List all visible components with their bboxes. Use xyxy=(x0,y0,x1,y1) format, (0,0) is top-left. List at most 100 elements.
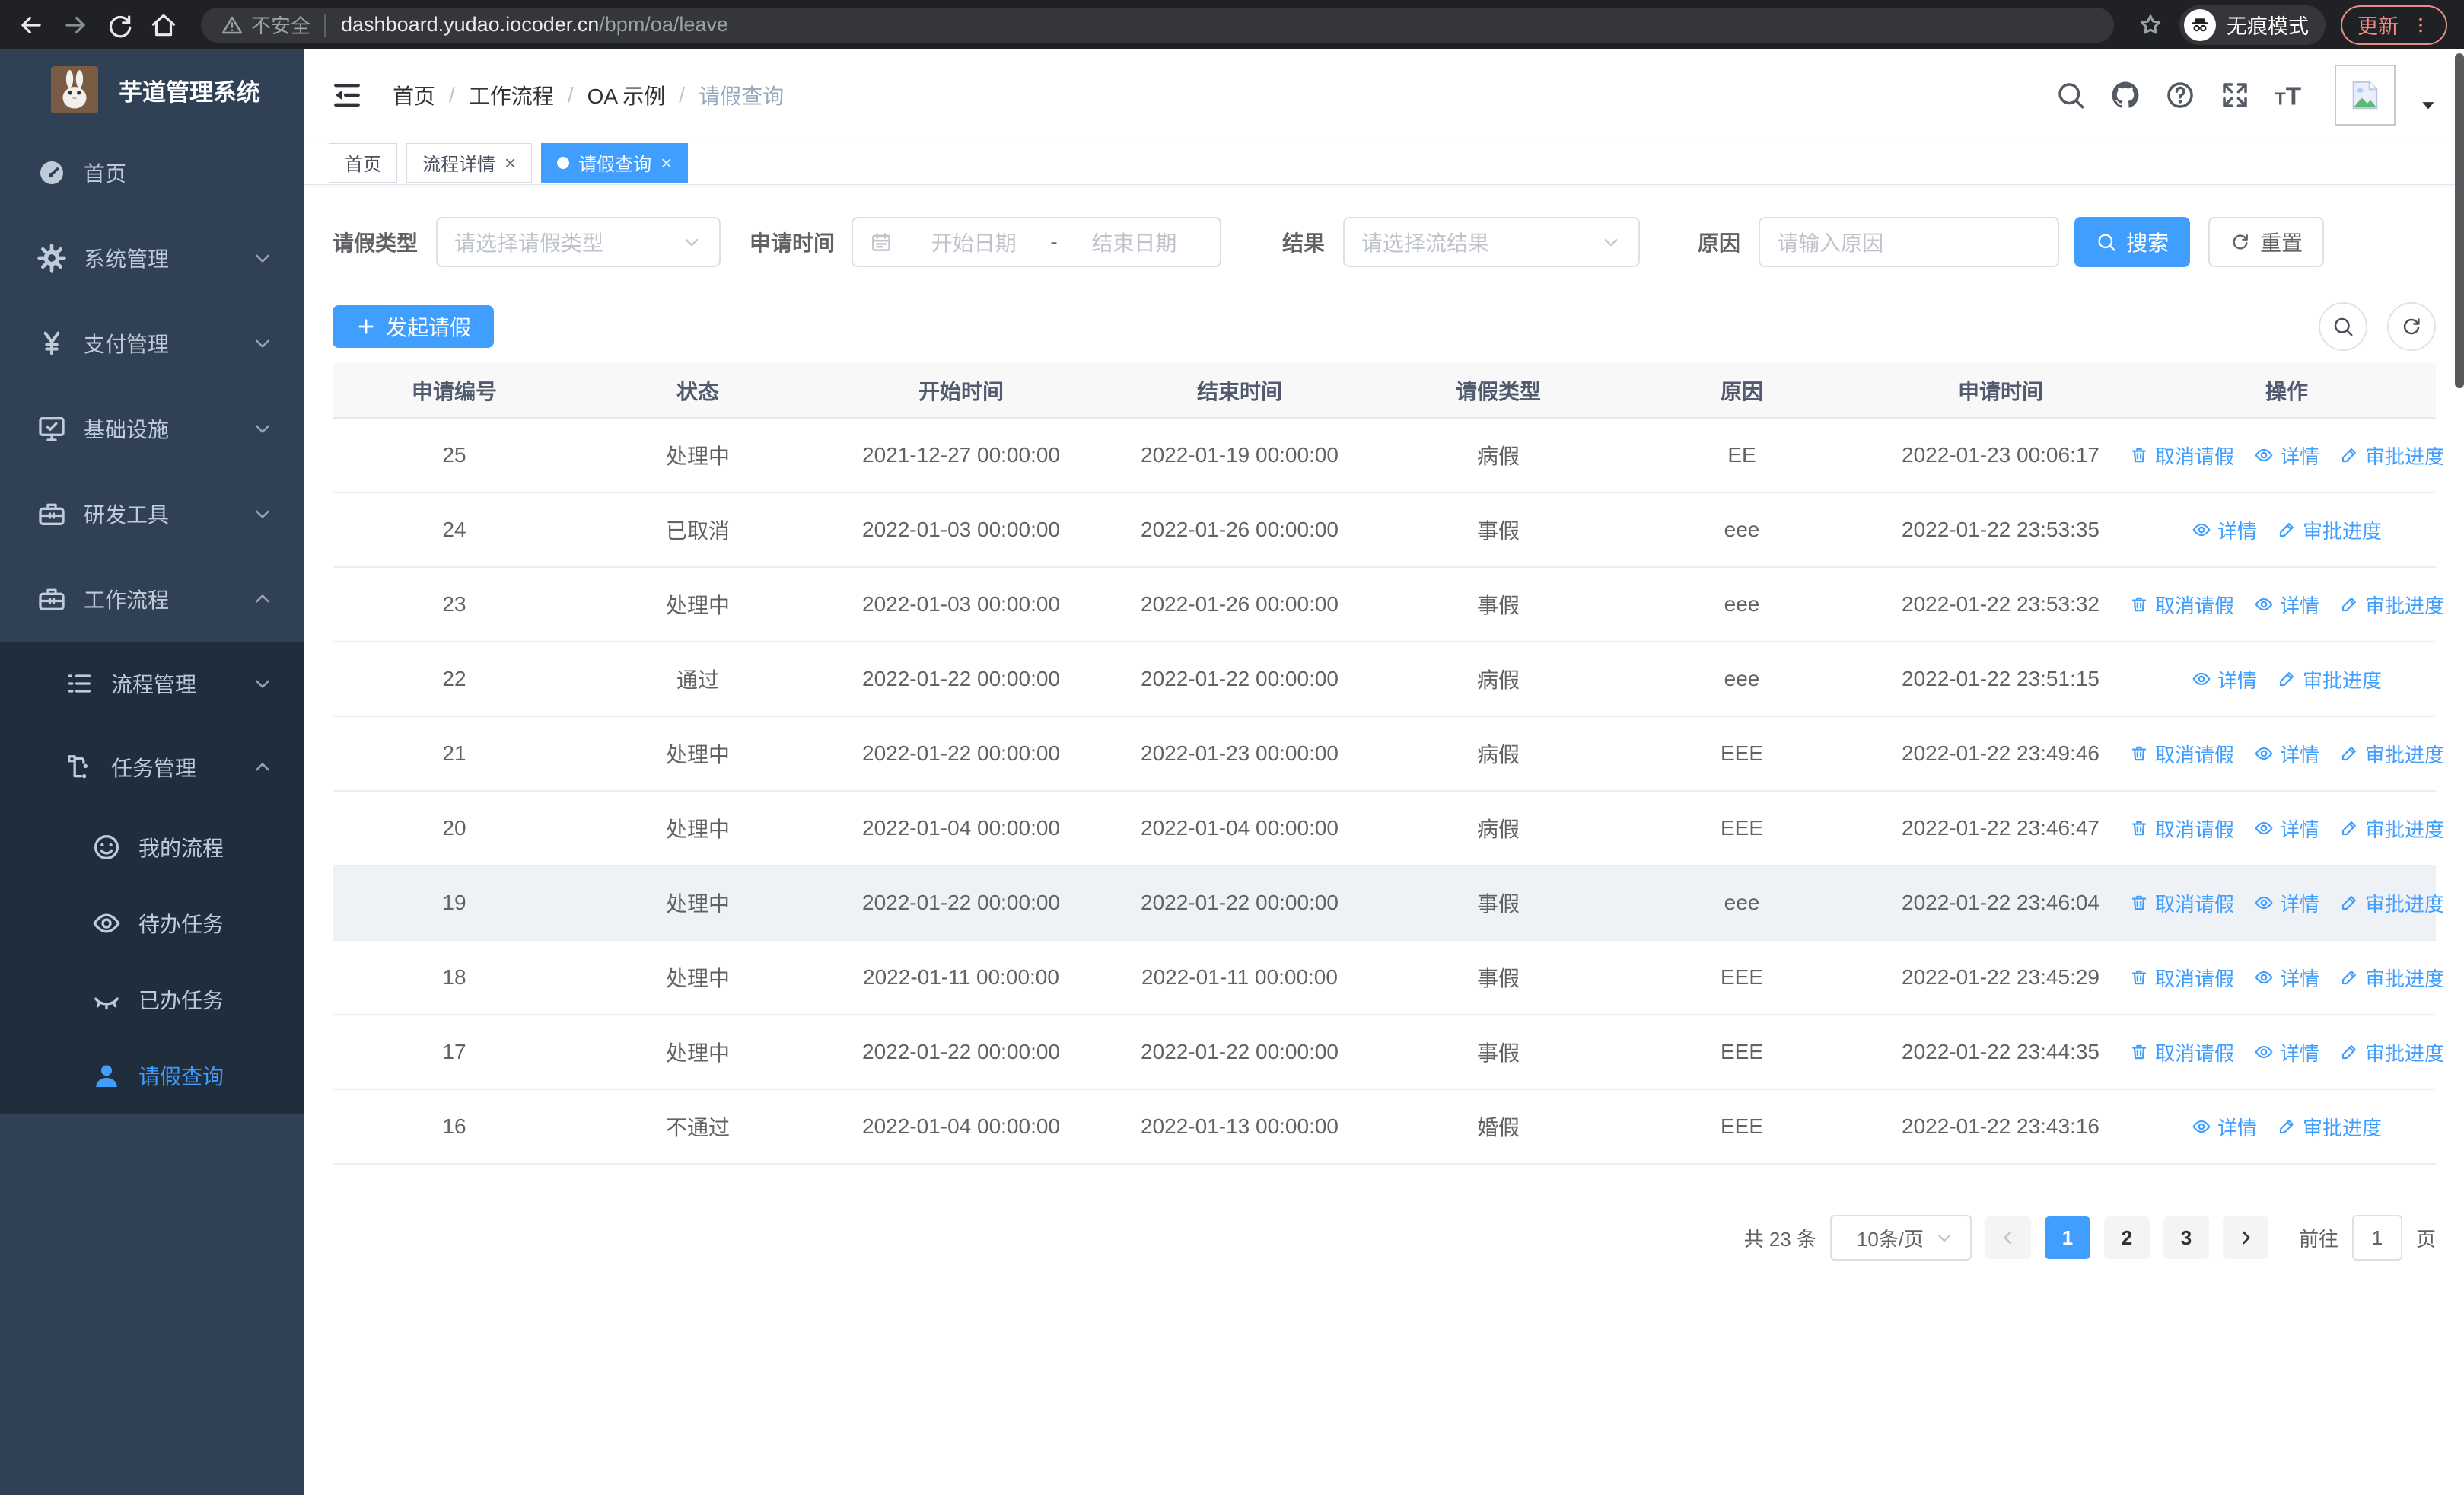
detail-action-link[interactable]: 详情 xyxy=(2254,889,2319,917)
detail-action-link[interactable]: 详情 xyxy=(2254,814,2319,843)
home-icon[interactable] xyxy=(149,11,178,40)
eye-icon xyxy=(2254,967,2274,987)
search-icon xyxy=(2096,231,2117,253)
search-icon[interactable] xyxy=(2055,79,2087,111)
cell-actions: 取消请假 详情 审批进度 xyxy=(2131,1015,2444,1090)
page-size-select[interactable]: 10条/页 xyxy=(1829,1215,1972,1261)
sidebar-item[interactable]: 支付管理 xyxy=(0,301,304,386)
breadcrumb-item[interactable]: OA 示例 xyxy=(587,80,666,110)
sidebar-item[interactable]: 任务管理 xyxy=(0,725,304,809)
kebab-menu-icon[interactable] xyxy=(2411,15,2431,35)
cancel-action-link[interactable]: 取消请假 xyxy=(2129,591,2234,619)
next-page-button[interactable] xyxy=(2222,1216,2268,1259)
progress-action-link[interactable]: 审批进度 xyxy=(2339,889,2444,917)
progress-action-link[interactable]: 审批进度 xyxy=(2339,814,2444,843)
progress-action-link[interactable]: 审批进度 xyxy=(2277,1113,2382,1141)
progress-action-link[interactable]: 审批进度 xyxy=(2339,591,2444,619)
app-header: 首页 / 工作流程 / OA 示例 / 请假查询 TT xyxy=(304,49,2464,141)
col-start-time: 开始时间 xyxy=(820,363,1103,419)
avatar-caret-icon[interactable] xyxy=(2418,96,2438,116)
prev-page-button[interactable] xyxy=(1985,1216,2031,1259)
breadcrumb-item[interactable]: 工作流程 xyxy=(469,80,554,110)
search-button[interactable]: 搜索 xyxy=(2074,217,2191,267)
cell-status: 已取消 xyxy=(576,492,820,568)
reload-icon[interactable] xyxy=(105,11,134,40)
tab-process-detail[interactable]: 流程详情 × xyxy=(406,142,533,183)
scrollbar-thumb[interactable] xyxy=(2455,53,2464,388)
tab-leave-query[interactable]: 请假查询 × xyxy=(541,142,689,183)
bookmark-star-icon[interactable] xyxy=(2137,11,2164,39)
cell-leave-type: 病假 xyxy=(1377,418,1620,493)
cell-leave-type: 病假 xyxy=(1377,642,1620,717)
sidebar-item[interactable]: 已办任务 xyxy=(0,961,304,1038)
filter-label-leave-type: 请假类型 xyxy=(333,231,419,255)
col-apply-time: 申请时间 xyxy=(1864,363,2138,419)
create-leave-button[interactable]: 发起请假 xyxy=(333,305,495,348)
browser-update-button[interactable]: 更新 xyxy=(2341,5,2447,45)
header-actions: TT xyxy=(2055,65,2438,126)
sidebar-item-label: 请假查询 xyxy=(138,1065,224,1089)
page-number-button[interactable]: 1 xyxy=(2044,1216,2090,1259)
progress-action-link[interactable]: 审批进度 xyxy=(2339,740,2444,768)
reset-button[interactable]: 重置 xyxy=(2208,217,2325,267)
sidebar-item[interactable]: 请假查询 xyxy=(0,1038,304,1114)
tab-home[interactable]: 首页 xyxy=(329,142,397,183)
sidebar-item[interactable]: 基础设施 xyxy=(0,386,304,471)
sidebar-item-label: 我的流程 xyxy=(138,837,224,860)
cancel-action-link[interactable]: 取消请假 xyxy=(2129,814,2234,843)
progress-action-link[interactable]: 审批进度 xyxy=(2277,665,2382,693)
help-icon[interactable] xyxy=(2164,79,2196,111)
detail-action-link[interactable]: 详情 xyxy=(2192,516,2257,544)
show-search-button[interactable] xyxy=(2319,302,2367,351)
page-number-button[interactable]: 2 xyxy=(2103,1216,2150,1259)
detail-action-link[interactable]: 详情 xyxy=(2254,1038,2319,1066)
sidebar-item[interactable]: 待办任务 xyxy=(0,885,304,961)
eye-icon xyxy=(2192,669,2211,689)
detail-action-link[interactable]: 详情 xyxy=(2192,1113,2257,1141)
jump-page-input[interactable] xyxy=(2351,1215,2402,1261)
url-bar[interactable]: 不安全 dashboard.yudao.iocoder.cn/bpm/oa/le… xyxy=(201,7,2114,43)
leave-type-select[interactable]: 请选择请假类型 xyxy=(436,217,721,267)
detail-action-link[interactable]: 详情 xyxy=(2254,441,2319,470)
sidebar-item[interactable]: 流程管理 xyxy=(0,642,304,725)
detail-action-link[interactable]: 详情 xyxy=(2254,964,2319,992)
col-status: 状态 xyxy=(576,363,820,419)
detail-action-link[interactable]: 详情 xyxy=(2254,591,2319,619)
plus-icon xyxy=(355,316,377,337)
sidebar-item[interactable]: 我的流程 xyxy=(0,809,304,885)
cancel-action-link[interactable]: 取消请假 xyxy=(2129,964,2234,992)
cancel-action-link[interactable]: 取消请假 xyxy=(2129,441,2234,470)
result-select[interactable]: 请选择流结果 xyxy=(1343,217,1641,267)
github-icon[interactable] xyxy=(2109,79,2141,111)
cancel-action-link[interactable]: 取消请假 xyxy=(2129,889,2234,917)
fullscreen-icon[interactable] xyxy=(2219,79,2251,111)
cell-apply-time: 2022-01-22 23:51:15 xyxy=(1864,642,2138,717)
progress-action-link[interactable]: 审批进度 xyxy=(2339,441,2444,470)
progress-action-link[interactable]: 审批进度 xyxy=(2339,964,2444,992)
detail-action-link[interactable]: 详情 xyxy=(2192,665,2257,693)
detail-action-link[interactable]: 详情 xyxy=(2254,740,2319,768)
forward-icon[interactable] xyxy=(61,11,90,40)
apply-time-range-picker[interactable]: 开始日期 - 结束日期 xyxy=(852,217,1222,267)
progress-action-link[interactable]: 审批进度 xyxy=(2339,1038,2444,1066)
close-icon[interactable]: × xyxy=(505,153,516,173)
page-number-button[interactable]: 3 xyxy=(2163,1216,2209,1259)
avatar[interactable] xyxy=(2335,65,2396,126)
progress-action-link[interactable]: 审批进度 xyxy=(2277,516,2382,544)
sidebar-item[interactable]: 首页 xyxy=(0,130,304,215)
sidebar-item[interactable]: 研发工具 xyxy=(0,471,304,556)
refresh-table-button[interactable] xyxy=(2387,302,2436,351)
sidebar-item[interactable]: 工作流程 xyxy=(0,556,304,642)
sidebar-item-label: 首页 xyxy=(84,162,127,186)
table-row: 19 处理中 2022-01-22 00:00:00 2022-01-22 00… xyxy=(333,865,2444,941)
reason-input[interactable]: 请输入原因 xyxy=(1759,217,2060,267)
sidebar-item[interactable]: 系统管理 xyxy=(0,215,304,301)
cell-apply-id: 19 xyxy=(333,865,576,941)
breadcrumb-item[interactable]: 首页 xyxy=(393,80,435,110)
cancel-action-link[interactable]: 取消请假 xyxy=(2129,1038,2234,1066)
close-icon[interactable]: × xyxy=(661,153,672,173)
cancel-action-link[interactable]: 取消请假 xyxy=(2129,740,2234,768)
back-icon[interactable] xyxy=(17,11,46,40)
font-size-icon[interactable]: TT xyxy=(2274,79,2306,111)
sidebar-collapse-icon[interactable] xyxy=(330,78,364,112)
